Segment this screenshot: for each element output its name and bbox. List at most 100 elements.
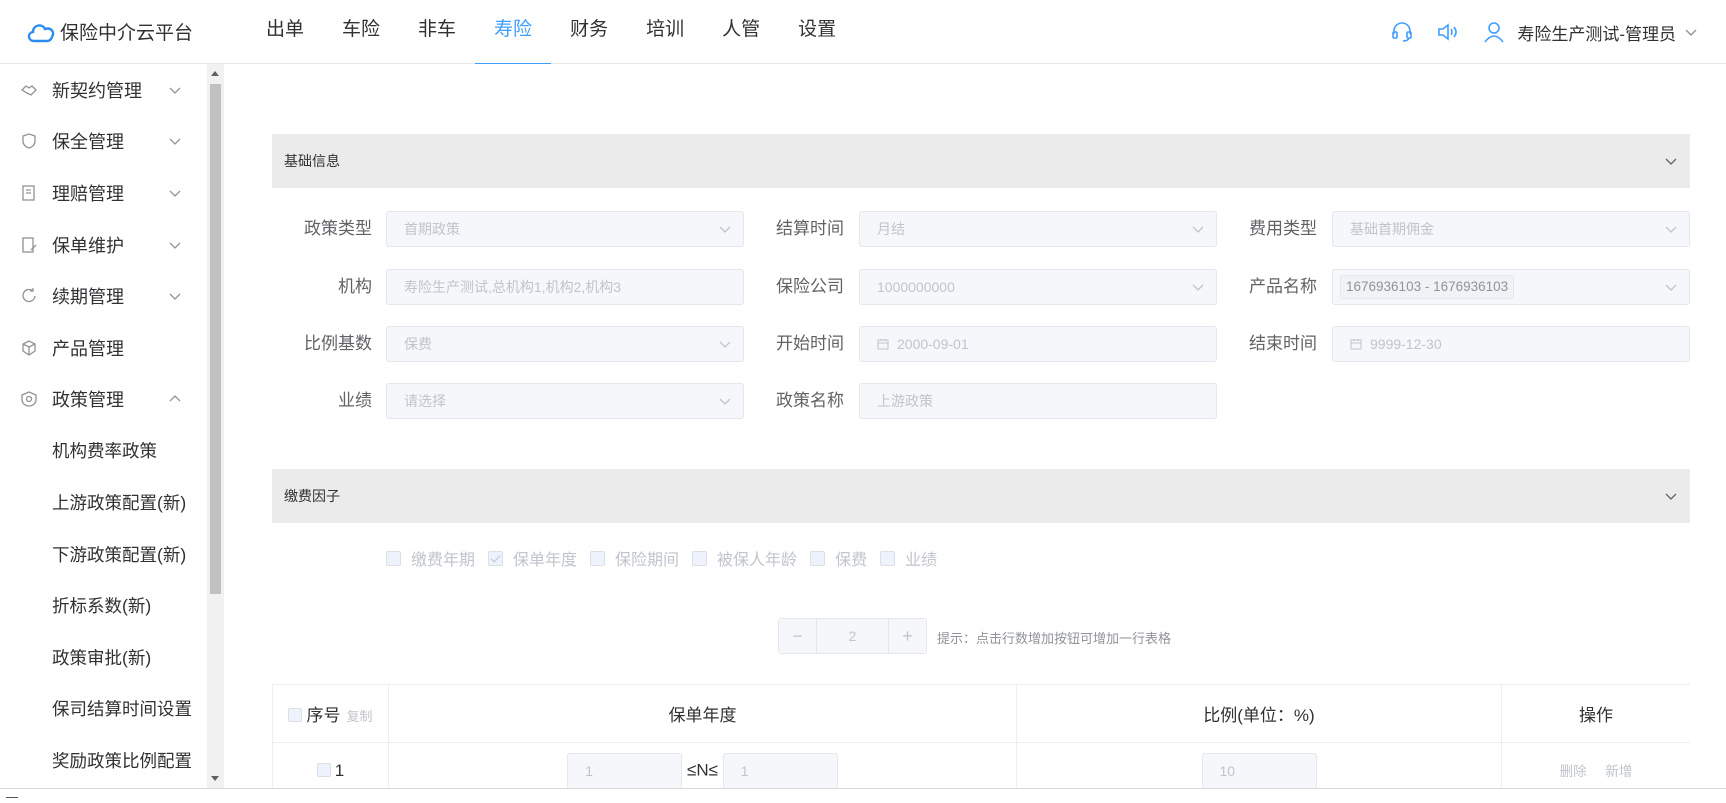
- scroll-up-arrow-icon[interactable]: [211, 71, 219, 76]
- org-input[interactable]: 寿险生产测试,总机构1,机构2,机构3: [386, 269, 744, 305]
- sidebar-item-label: 政策管理: [52, 390, 124, 411]
- row-count-value[interactable]: 2: [817, 619, 888, 653]
- sidebar-item-label: 新契约管理: [52, 80, 142, 101]
- delete-row-button[interactable]: 删除: [1560, 764, 1587, 779]
- scroll-down-arrow-icon[interactable]: [211, 776, 219, 781]
- nav-tab-shouxian[interactable]: 寿险: [475, 0, 552, 64]
- checkbox-policy-year[interactable]: 保单年度: [488, 546, 577, 570]
- sidebar-subitem-policy-approval[interactable]: 政策审批(新): [0, 632, 226, 684]
- checkbox-label: 保费: [835, 552, 868, 569]
- chevron-down-icon: [169, 190, 181, 197]
- product-label: 产品名称: [1249, 277, 1317, 296]
- scrollbar-thumb[interactable]: [210, 84, 221, 594]
- sidebar-subitem-insurer-settle-time[interactable]: 保司结算时间设置: [0, 683, 226, 735]
- nav-tab-chudan[interactable]: 出单: [247, 0, 323, 64]
- sidebar-scrollbar[interactable]: [207, 64, 224, 788]
- sidebar-item-label: 保全管理: [52, 132, 124, 153]
- main-content: 基础信息 政策类型 首期政策 结算时间 月结 费用类型 基础首期佣金 机构 寿险…: [272, 64, 1690, 788]
- policy-type-select[interactable]: 首期政策: [386, 211, 744, 247]
- end-date-picker[interactable]: 9999-12-30: [1332, 326, 1690, 362]
- nav-tab-feiche[interactable]: 非车: [399, 0, 475, 64]
- horizontal-scrollbar[interactable]: [0, 788, 1726, 803]
- sidebar-item-policy-management[interactable]: 政策管理: [0, 374, 226, 426]
- document-icon: [22, 185, 35, 201]
- sidebar-subitem-reward-ratio[interactable]: 奖励政策比例配置: [0, 735, 226, 787]
- checkbox-payment-term[interactable]: 缴费年期: [386, 546, 475, 570]
- ratio-input[interactable]: 10: [1201, 752, 1317, 788]
- cloud-icon: [27, 23, 55, 42]
- table-header-row: 序号 复制 保单年度 比例(单位：%) 操作: [272, 684, 1690, 743]
- checkbox-box[interactable]: [386, 550, 401, 566]
- copy-link[interactable]: 复制: [346, 709, 372, 724]
- checkbox-box[interactable]: [692, 550, 708, 566]
- checkbox-insured-age[interactable]: 被保人年龄: [692, 546, 797, 570]
- headset-icon[interactable]: [1389, 19, 1415, 45]
- header-index: 序号 复制: [272, 684, 389, 743]
- basic-info-header[interactable]: 基础信息: [272, 134, 1690, 188]
- checkbox-performance[interactable]: 业绩: [880, 546, 937, 570]
- chevron-down-icon: [1685, 29, 1697, 36]
- checkbox-box[interactable]: [590, 550, 606, 566]
- user-icon[interactable]: [1481, 19, 1507, 45]
- chevron-down-icon: [1665, 284, 1677, 291]
- nav-tab-caiwu[interactable]: 财务: [551, 0, 627, 64]
- speaker-icon[interactable]: [1435, 19, 1461, 45]
- add-row-button[interactable]: 新增: [1605, 764, 1632, 779]
- sidebar-item-new-contract[interactable]: 新契约管理: [0, 64, 226, 116]
- nav-tab-peixun[interactable]: 培训: [627, 0, 703, 64]
- chevron-down-icon: [169, 87, 181, 94]
- checkbox-box-checked[interactable]: [488, 550, 504, 566]
- end-time-value: 9999-12-30: [1370, 336, 1442, 352]
- app-logo[interactable]: 保险中介云平台: [26, 18, 193, 45]
- sidebar-item-claims[interactable]: 理赔管理: [0, 167, 226, 219]
- performance-select[interactable]: 请选择: [386, 383, 744, 419]
- nav-tab-shezhi[interactable]: 设置: [779, 0, 855, 64]
- sidebar-subitem-org-rate-policy[interactable]: 机构费率政策: [0, 425, 226, 477]
- edit-document-icon: [22, 236, 37, 253]
- sidebar-subitem-discount-factor[interactable]: 折标系数(新): [0, 580, 226, 632]
- chevron-down-icon: [169, 242, 181, 249]
- sidebar-item-renewal[interactable]: 续期管理: [0, 270, 226, 322]
- year-from-input[interactable]: 1: [567, 752, 683, 788]
- row-checkbox[interactable]: [316, 762, 331, 777]
- start-date-picker[interactable]: 2000-09-01: [859, 326, 1217, 362]
- sidebar-item-preservation[interactable]: 保全管理: [0, 116, 226, 168]
- chevron-down-icon: [719, 398, 731, 405]
- checkbox-box[interactable]: [880, 550, 896, 566]
- year-to-input[interactable]: 1: [722, 752, 838, 788]
- nav-tab-renguan[interactable]: 人管: [703, 0, 779, 64]
- sidebar-subitem-upstream-policy[interactable]: 上游政策配置(新): [0, 477, 226, 529]
- decrease-button[interactable]: −: [779, 619, 817, 653]
- ratio-table: 序号 复制 保单年度 比例(单位：%) 操作 1 1 ≤N≤ 1 10 删除 新…: [272, 684, 1690, 788]
- payment-factor-title: 缴费因子: [284, 488, 340, 504]
- checkbox-insurance-period[interactable]: 保险期间: [590, 546, 679, 570]
- policy-type-value: 首期政策: [404, 221, 460, 237]
- product-select[interactable]: 1676936103 - 1676936103: [1332, 269, 1690, 305]
- payment-factor-header[interactable]: 缴费因子: [272, 469, 1690, 523]
- user-menu[interactable]: 寿险生产测试-管理员: [1517, 20, 1698, 45]
- insurer-select[interactable]: 1000000000: [859, 269, 1217, 305]
- sidebar-item-policy-maintenance[interactable]: 保单维护: [0, 219, 226, 271]
- ratio-base-select[interactable]: 保费: [386, 326, 744, 362]
- select-all-checkbox[interactable]: [288, 708, 303, 722]
- sidebar-subitem-downstream-policy[interactable]: 下游政策配置(新): [0, 528, 226, 580]
- factor-checkbox-group: 缴费年期 保单年度 保险期间 被保人年龄 保费 业绩: [386, 546, 950, 570]
- sidebar-item-products[interactable]: 产品管理: [0, 322, 226, 374]
- form-row: 机构 寿险生产测试,总机构1,机构2,机构3 保险公司 1000000000 产…: [272, 269, 1690, 305]
- header-index-label: 序号: [306, 706, 341, 725]
- header-ratio: 比例(单位：%): [1016, 684, 1502, 743]
- start-time-label: 开始时间: [776, 334, 844, 353]
- range-operator: ≤N≤: [687, 759, 718, 779]
- calendar-icon: [877, 339, 889, 350]
- fee-type-select[interactable]: 基础首期佣金: [1332, 211, 1690, 247]
- checkbox-premium[interactable]: 保费: [810, 546, 867, 570]
- policy-name-input[interactable]: 上游政策: [859, 383, 1217, 419]
- settle-time-select[interactable]: 月结: [859, 211, 1217, 247]
- checkbox-box[interactable]: [810, 550, 826, 566]
- product-tag: 1676936103 - 1676936103: [1340, 275, 1515, 299]
- chevron-down-icon: [719, 341, 731, 348]
- nav-tab-chexian[interactable]: 车险: [323, 0, 399, 64]
- checkbox-label: 保单年度: [513, 552, 578, 569]
- increase-button[interactable]: +: [888, 619, 926, 653]
- shield-icon: [22, 133, 36, 150]
